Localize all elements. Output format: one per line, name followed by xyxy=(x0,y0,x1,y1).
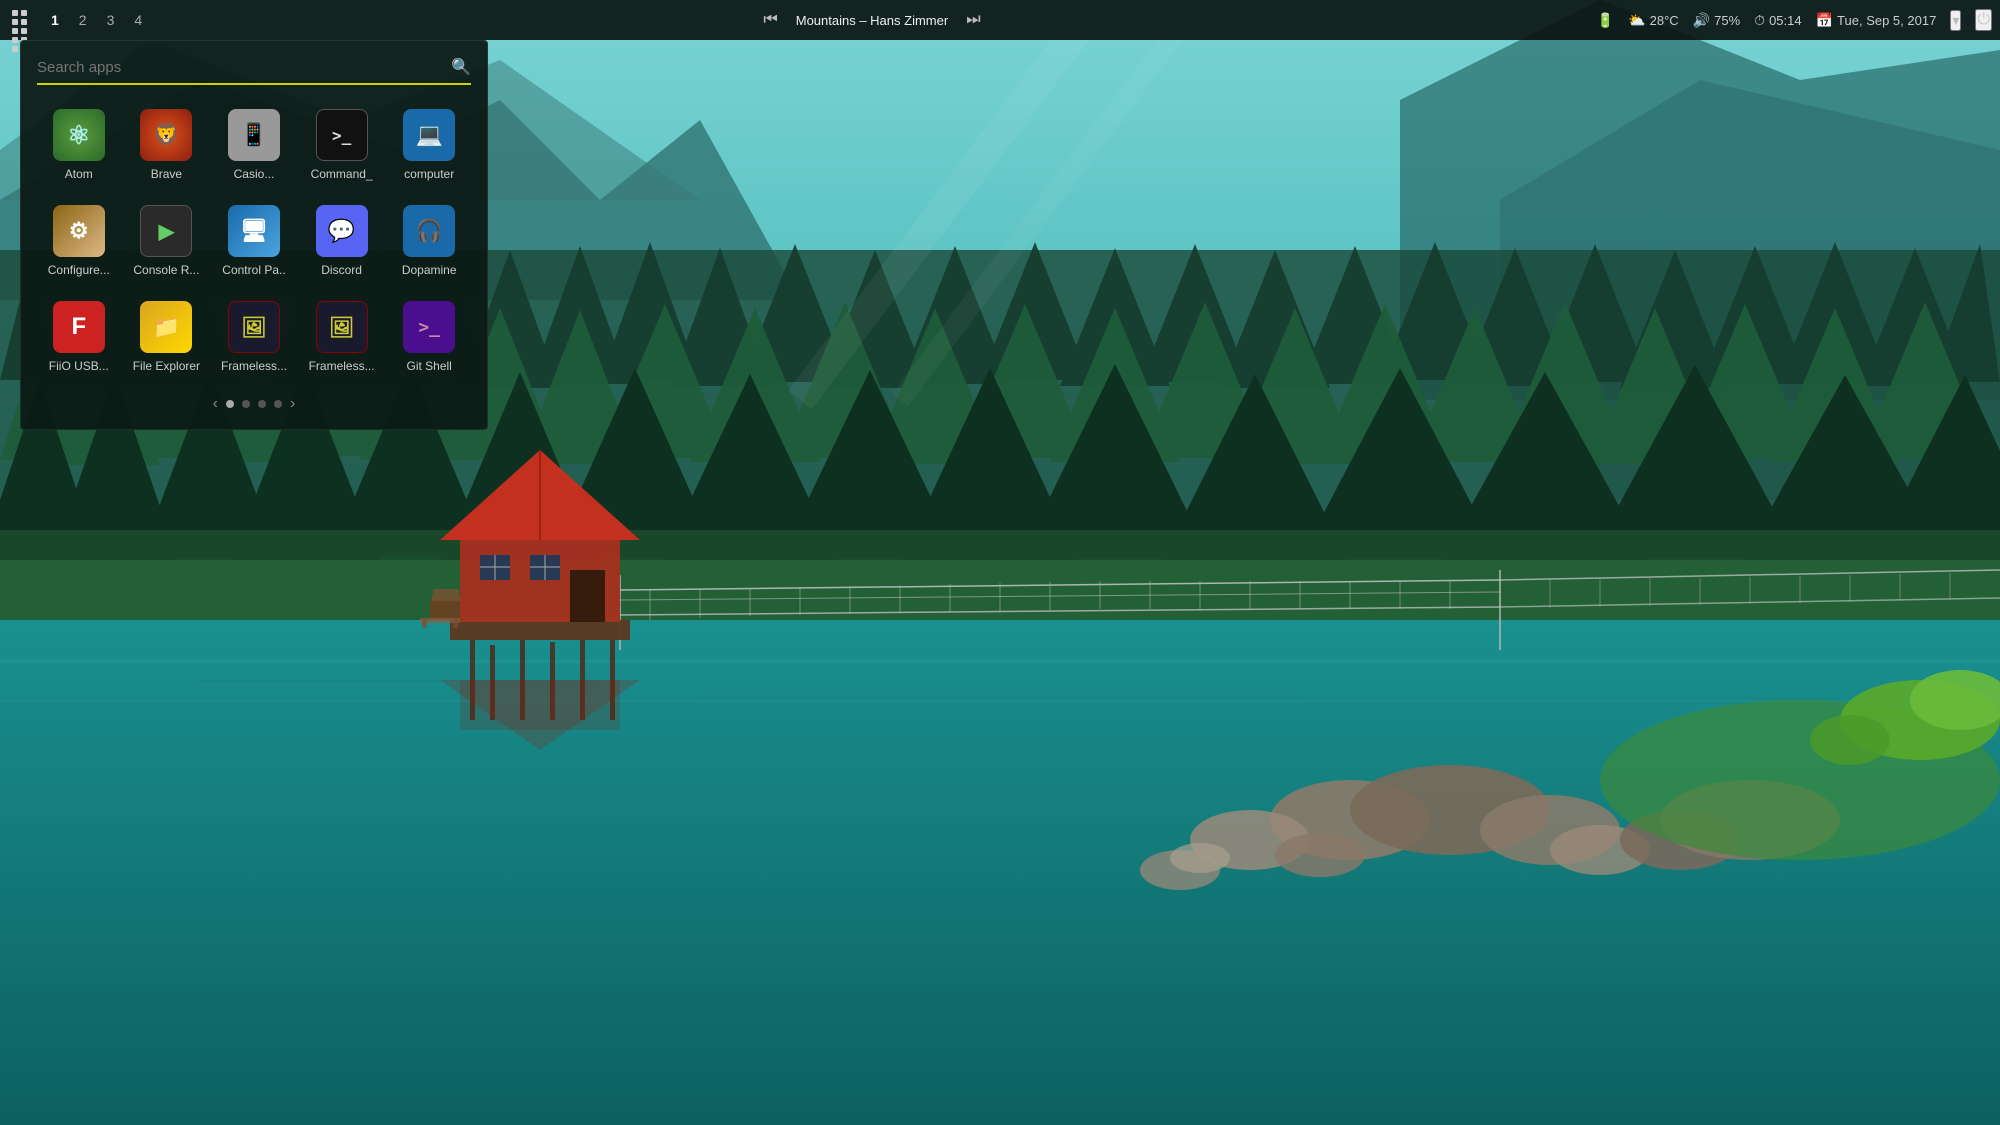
app-label-fiio: FiiO USB... xyxy=(49,359,109,373)
page-dot-1[interactable] xyxy=(226,400,234,408)
app-icon-atom: ⚛ xyxy=(53,109,105,161)
clock-status: ⏱ 05:14 xyxy=(1754,12,1801,29)
apps-grid-icon[interactable] xyxy=(8,6,36,34)
app-icon-discord: 💬 xyxy=(316,205,368,257)
calendar-status: 📅 Tue, Sep 5, 2017 xyxy=(1816,12,1937,29)
volume-status[interactable]: 🔊 75% xyxy=(1693,12,1740,29)
app-icon-fileexp: 📁 xyxy=(140,301,192,353)
page-dot-4[interactable] xyxy=(274,400,282,408)
app-item-fileexp[interactable]: 📁 File Explorer xyxy=(125,293,209,381)
app-grid: ⚛ Atom 🦁 Brave 📱 Casio... >_ Command_ 💻 computer ⚙… xyxy=(37,101,471,381)
app-label-discord: Discord xyxy=(321,263,362,277)
app-item-frameless1[interactable]: 🖼 Frameless... xyxy=(212,293,296,381)
app-icon-console: ▶ xyxy=(140,205,192,257)
media-next-button[interactable]: ⏭ xyxy=(960,9,986,31)
app-launcher: 🔍 ⚛ Atom 🦁 Brave 📱 Casio... >_ Command_ 💻 compute… xyxy=(20,40,488,430)
media-controls: ⏮ Mountains – Hans Zimmer ⏭ xyxy=(147,9,1597,31)
app-item-command[interactable]: >_ Command_ xyxy=(300,101,384,189)
search-input[interactable] xyxy=(37,59,451,76)
page-prev-button[interactable]: ‹ xyxy=(213,395,218,413)
app-label-command: Command_ xyxy=(311,167,373,181)
app-label-gitshell: Git Shell xyxy=(407,359,452,373)
app-item-frameless2[interactable]: 🖼 Frameless... xyxy=(300,293,384,381)
page-dot-3[interactable] xyxy=(258,400,266,408)
app-label-controlpa: Control Pa.. xyxy=(222,263,285,277)
app-item-brave[interactable]: 🦁 Brave xyxy=(125,101,209,189)
taskbar-right: 🔋 ⛅ 28°C 🔊 75% ⏱ 05:14 📅 Tue, Sep 5, 201… xyxy=(1597,9,1992,31)
dropdown-button[interactable]: ▾ xyxy=(1950,10,1961,31)
time-display: 05:14 xyxy=(1769,13,1802,28)
workspace-2[interactable]: 2 xyxy=(74,10,92,30)
workspace-3[interactable]: 3 xyxy=(102,10,120,30)
app-icon-controlpa: 🖥 xyxy=(228,205,280,257)
app-label-brave: Brave xyxy=(151,167,182,181)
temperature: 28°C xyxy=(1650,13,1679,28)
page-next-button[interactable]: › xyxy=(290,395,295,413)
app-icon-command: >_ xyxy=(316,109,368,161)
app-label-frameless2: Frameless... xyxy=(309,359,375,373)
date-display: Tue, Sep 5, 2017 xyxy=(1837,13,1936,28)
song-title: Mountains – Hans Zimmer xyxy=(796,13,948,28)
app-icon-frameless2: 🖼 xyxy=(316,301,368,353)
app-item-configure[interactable]: ⚙ Configure... xyxy=(37,197,121,285)
app-item-gitshell[interactable]: >_ Git Shell xyxy=(387,293,471,381)
app-item-casio[interactable]: 📱 Casio... xyxy=(212,101,296,189)
power-button[interactable]: ⏻ xyxy=(1975,9,1992,31)
volume-level: 75% xyxy=(1714,13,1740,28)
app-item-atom[interactable]: ⚛ Atom xyxy=(37,101,121,189)
search-bar: 🔍 xyxy=(37,57,471,85)
app-icon-frameless1: 🖼 xyxy=(228,301,280,353)
app-icon-brave: 🦁 xyxy=(140,109,192,161)
app-icon-gitshell: >_ xyxy=(403,301,455,353)
app-icon-casio: 📱 xyxy=(228,109,280,161)
app-label-dopamine: Dopamine xyxy=(402,263,457,277)
battery-status: 🔋 xyxy=(1597,12,1614,29)
app-item-dopamine[interactable]: 🎧 Dopamine xyxy=(387,197,471,285)
app-label-frameless1: Frameless... xyxy=(221,359,287,373)
battery-icon: 🔋 xyxy=(1597,12,1614,29)
calendar-icon: 📅 xyxy=(1816,12,1833,29)
app-item-console[interactable]: ▶ Console R... xyxy=(125,197,209,285)
weather-icon: ⛅ xyxy=(1628,12,1645,29)
media-prev-button[interactable]: ⏮ xyxy=(757,9,783,31)
app-label-fileexp: File Explorer xyxy=(133,359,200,373)
weather-status: ⛅ 28°C xyxy=(1628,12,1678,29)
app-label-configure: Configure... xyxy=(48,263,110,277)
pagination: ‹ › xyxy=(37,395,471,413)
app-icon-fiio: F xyxy=(53,301,105,353)
workspace-4[interactable]: 4 xyxy=(129,10,147,30)
taskbar: 1 2 3 4 ⏮ Mountains – Hans Zimmer ⏭ 🔋 ⛅ … xyxy=(0,0,2000,40)
volume-icon: 🔊 xyxy=(1693,12,1710,29)
app-item-fiio[interactable]: F FiiO USB... xyxy=(37,293,121,381)
app-label-casio: Casio... xyxy=(234,167,275,181)
app-label-atom: Atom xyxy=(65,167,93,181)
clock-icon: ⏱ xyxy=(1754,12,1765,29)
taskbar-left: 1 2 3 4 xyxy=(8,6,147,34)
app-icon-dopamine: 🎧 xyxy=(403,205,455,257)
app-label-computer: computer xyxy=(404,167,454,181)
workspace-1[interactable]: 1 xyxy=(46,10,64,30)
app-icon-configure: ⚙ xyxy=(53,205,105,257)
app-item-discord[interactable]: 💬 Discord xyxy=(300,197,384,285)
app-label-console: Console R... xyxy=(133,263,199,277)
page-dot-2[interactable] xyxy=(242,400,250,408)
app-item-computer[interactable]: 💻 computer xyxy=(387,101,471,189)
app-icon-computer: 💻 xyxy=(403,109,455,161)
app-item-controlpa[interactable]: 🖥 Control Pa.. xyxy=(212,197,296,285)
search-button[interactable]: 🔍 xyxy=(451,57,471,77)
